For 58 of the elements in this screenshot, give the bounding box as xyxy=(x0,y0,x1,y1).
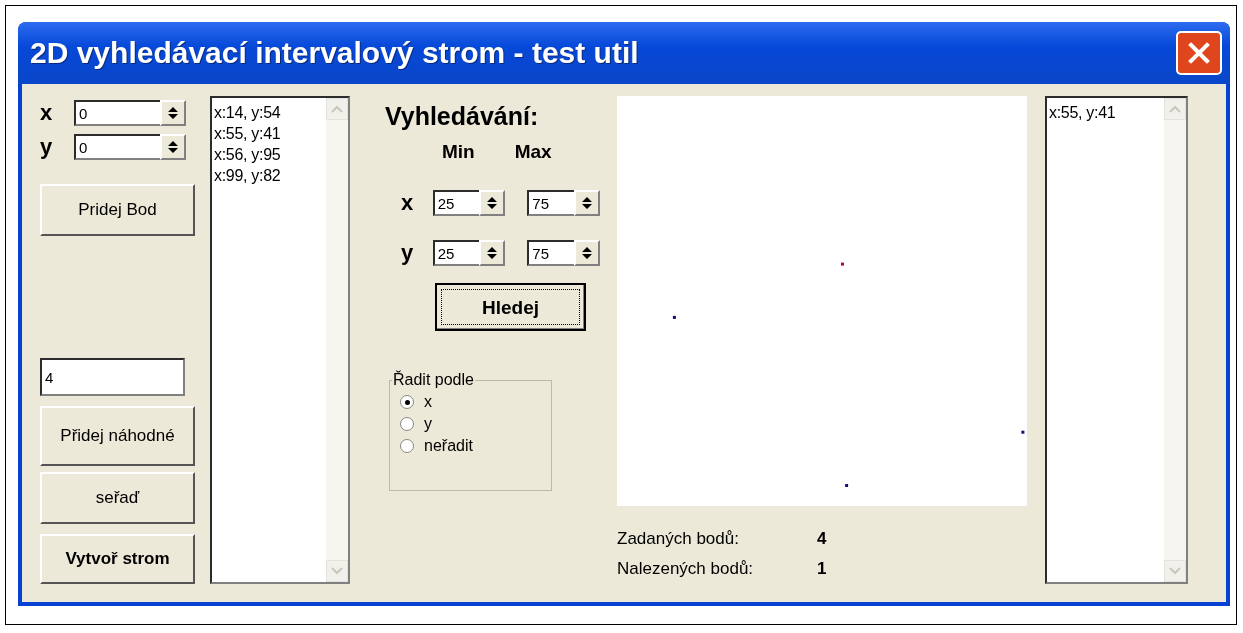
spin-button[interactable] xyxy=(574,240,600,266)
number-field[interactable]: 0 xyxy=(74,134,160,160)
spin-button[interactable] xyxy=(160,134,186,160)
chevron-up-icon xyxy=(1168,104,1182,114)
stat-value: 4 xyxy=(817,529,827,549)
stat-label: Nalezených bodů: xyxy=(617,559,755,579)
list-item[interactable]: x:14, y:54 xyxy=(214,102,324,123)
count-field[interactable]: 4 xyxy=(40,358,185,396)
add-random-button[interactable]: Přidej náhodné xyxy=(40,406,195,466)
up-down-arrows-icon xyxy=(167,139,179,155)
up-down-arrows-icon xyxy=(581,195,593,211)
number-field[interactable]: 75 xyxy=(527,240,574,266)
points-listbox[interactable]: x:14, y:54 x:55, y:41 x:56, y:95 x:99, y:82 xyxy=(210,96,350,584)
add-point-button[interactable]: Pridej Bod xyxy=(40,184,195,236)
radio-option[interactable]: y xyxy=(400,413,541,435)
chevron-down-icon xyxy=(330,566,344,576)
up-down-arrows-icon xyxy=(581,245,593,261)
column-label: Min xyxy=(442,141,475,163)
number-field[interactable]: 0 xyxy=(74,100,160,126)
scrollbar[interactable] xyxy=(326,98,348,582)
spin-button[interactable] xyxy=(479,240,506,266)
list-item[interactable]: x:56, y:95 xyxy=(214,144,324,165)
search-heading: Vyhledávání: xyxy=(385,102,540,131)
stat-label: Zadaných bodů: xyxy=(617,529,740,549)
axis-label: x xyxy=(401,190,415,216)
axis-label: y xyxy=(40,134,54,160)
radio-option[interactable]: x xyxy=(400,391,541,413)
build-tree-button[interactable]: Vytvoř strom xyxy=(40,534,195,584)
number-field[interactable]: 75 xyxy=(527,190,574,216)
scrollbar[interactable] xyxy=(1164,98,1186,582)
chevron-down-icon xyxy=(1168,566,1182,576)
number-field[interactable]: 25 xyxy=(432,240,480,266)
spin-button[interactable] xyxy=(160,100,186,126)
close-icon xyxy=(1186,40,1212,66)
radio-option[interactable]: neřadit xyxy=(400,435,541,457)
results-listbox[interactable]: x:55, y:41 xyxy=(1045,96,1188,584)
stat-value: 1 xyxy=(817,559,827,579)
axis-label: y xyxy=(401,240,415,266)
number-field[interactable]: 25 xyxy=(432,190,480,216)
list-item[interactable]: x:55, y:41 xyxy=(1049,102,1162,123)
column-label: Max xyxy=(514,141,552,163)
up-down-arrows-icon xyxy=(486,245,499,261)
list-item[interactable]: x:99, y:82 xyxy=(214,165,324,186)
search-button[interactable]: Hledej xyxy=(435,283,586,331)
up-down-arrows-icon xyxy=(486,195,499,211)
radio-button[interactable] xyxy=(400,395,414,409)
chevron-up-icon xyxy=(330,104,344,114)
spin-button[interactable] xyxy=(479,190,506,216)
close-button[interactable] xyxy=(1176,31,1222,75)
radio-button[interactable] xyxy=(400,439,414,453)
radio-button[interactable] xyxy=(400,417,414,431)
window-title: 2D vyhledávací intervalový strom - test util xyxy=(30,36,639,70)
axis-label: x xyxy=(40,100,54,126)
group-title: Řadit podle xyxy=(392,371,475,389)
spin-button[interactable] xyxy=(574,190,600,216)
sort-button[interactable]: seřaď xyxy=(40,472,195,524)
list-item[interactable]: x:55, y:41 xyxy=(214,123,324,144)
up-down-arrows-icon xyxy=(167,105,179,121)
